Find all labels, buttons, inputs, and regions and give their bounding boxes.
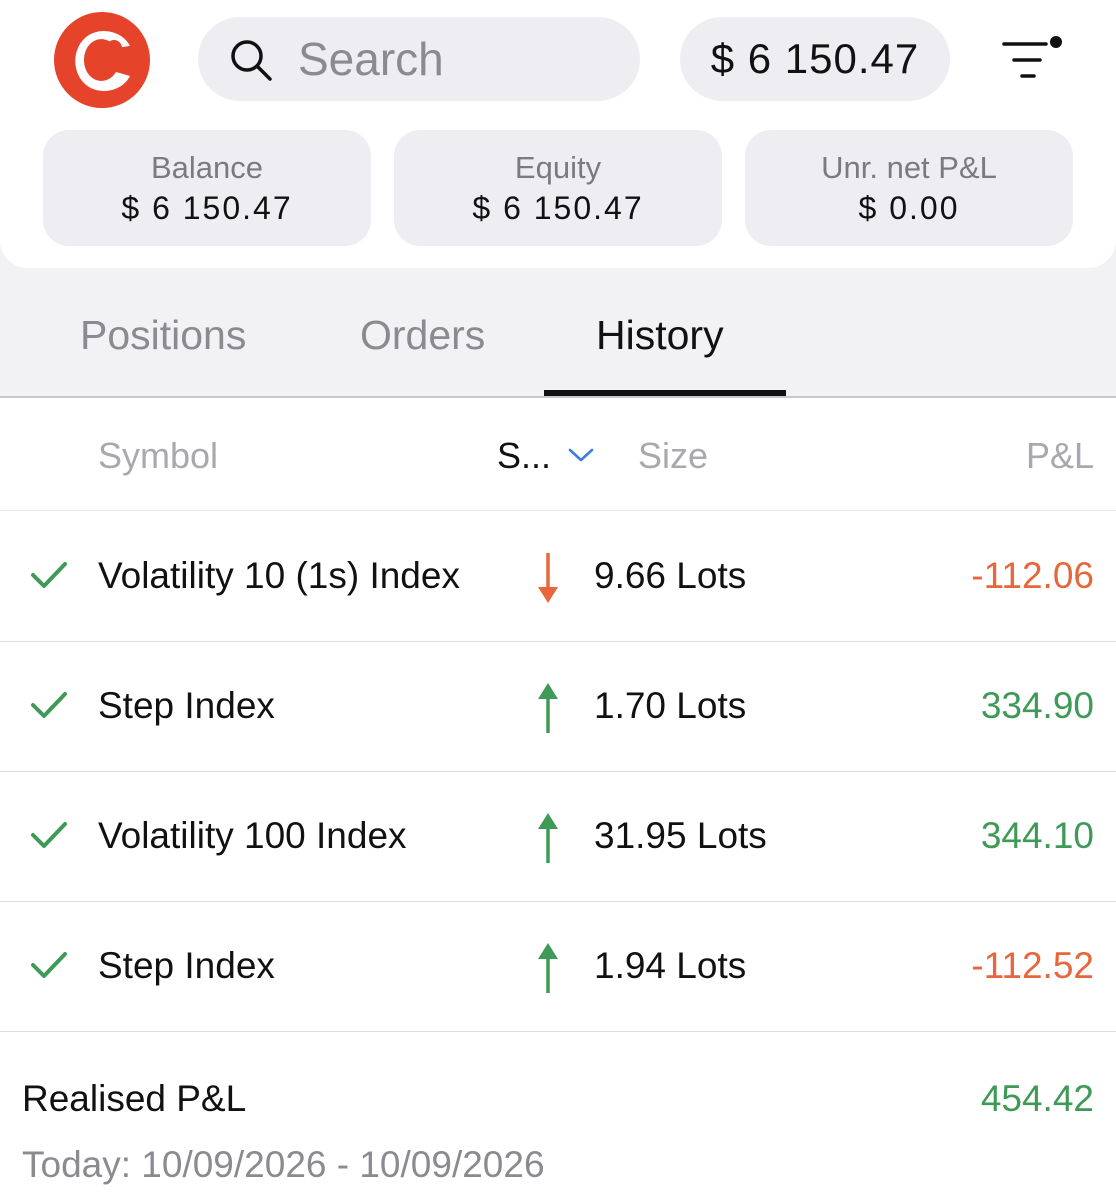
arrow-up-icon: [538, 683, 558, 733]
balance-value: $ 6 150.47: [121, 190, 293, 226]
tab-positions[interactable]: Positions: [80, 312, 246, 359]
realised-pnl-label: Realised P&L: [22, 1078, 247, 1119]
search-bar[interactable]: Search: [198, 17, 640, 101]
row-symbol: Step Index: [98, 685, 275, 726]
search-placeholder[interactable]: Search: [298, 31, 444, 87]
row-symbol: Volatility 10 (1s) Index: [98, 555, 460, 596]
tab-orders[interactable]: Orders: [360, 312, 485, 359]
row-pnl: 344.10: [980, 815, 1094, 856]
equity-label: Equity: [514, 150, 602, 185]
unrealised-pnl-value: $ 0.00: [858, 190, 960, 226]
row-size: 1.94 Lots: [594, 945, 747, 986]
checkmark-icon: [31, 692, 67, 718]
column-symbol[interactable]: Symbol: [98, 435, 218, 477]
realised-pnl-value: 454.42: [980, 1078, 1094, 1119]
arrow-down-icon: [538, 553, 558, 603]
menu-notification-icon[interactable]: [1000, 34, 1066, 84]
date-range[interactable]: Today: 10/09/2026 - 10/09/2026: [22, 1144, 545, 1186]
search-icon: [231, 40, 272, 81]
row-size: 1.70 Lots: [594, 685, 747, 726]
row-pnl: -112.52: [971, 945, 1094, 986]
equity-value: $ 6 150.47: [472, 190, 644, 226]
checkmark-icon: [31, 822, 67, 848]
row-symbol: Step Index: [98, 945, 275, 986]
equity-card: Equity $ 6 150.47: [394, 130, 722, 246]
balance-label: Balance: [150, 150, 264, 185]
column-pnl[interactable]: P&L: [1026, 435, 1094, 477]
tab-history[interactable]: History: [596, 312, 724, 359]
arrow-up-icon: [538, 943, 558, 993]
table-row[interactable]: Step Index 1.70 Lots 334.90: [0, 641, 1116, 772]
arrow-up-icon: [538, 813, 558, 863]
checkmark-icon: [31, 562, 67, 588]
brand-logo-icon[interactable]: [52, 10, 152, 110]
row-symbol: Volatility 100 Index: [98, 815, 407, 856]
checkmark-icon: [31, 952, 67, 978]
column-side-sort[interactable]: S...: [497, 435, 551, 477]
chevron-down-icon[interactable]: [566, 444, 596, 466]
history-list: Symbol S... Size P&L Volatility 10 (1s) …: [0, 398, 1116, 1200]
tab-bar: Positions Orders History: [0, 268, 1116, 398]
table-row[interactable]: Step Index 1.94 Lots -112.52: [0, 901, 1116, 1032]
list-header: Symbol S... Size P&L: [0, 398, 1116, 511]
account-summary-panel: Search $ 6 150.47 Balance $ 6 150.47 Equ…: [0, 0, 1116, 268]
table-row[interactable]: Volatility 10 (1s) Index 9.66 Lots -112.…: [0, 511, 1116, 642]
balance-card: Balance $ 6 150.47: [43, 130, 371, 246]
row-size: 31.95 Lots: [594, 815, 767, 856]
account-balance-button[interactable]: $ 6 150.47: [680, 17, 950, 101]
unrealised-pnl-label: Unr. net P&L: [821, 150, 997, 185]
table-row[interactable]: Volatility 100 Index 31.95 Lots 344.10: [0, 771, 1116, 902]
column-size[interactable]: Size: [638, 435, 708, 477]
row-size: 9.66 Lots: [594, 555, 747, 596]
unrealised-pnl-card: Unr. net P&L $ 0.00: [745, 130, 1073, 246]
row-pnl: 334.90: [980, 685, 1094, 726]
row-pnl: -112.06: [971, 555, 1094, 596]
